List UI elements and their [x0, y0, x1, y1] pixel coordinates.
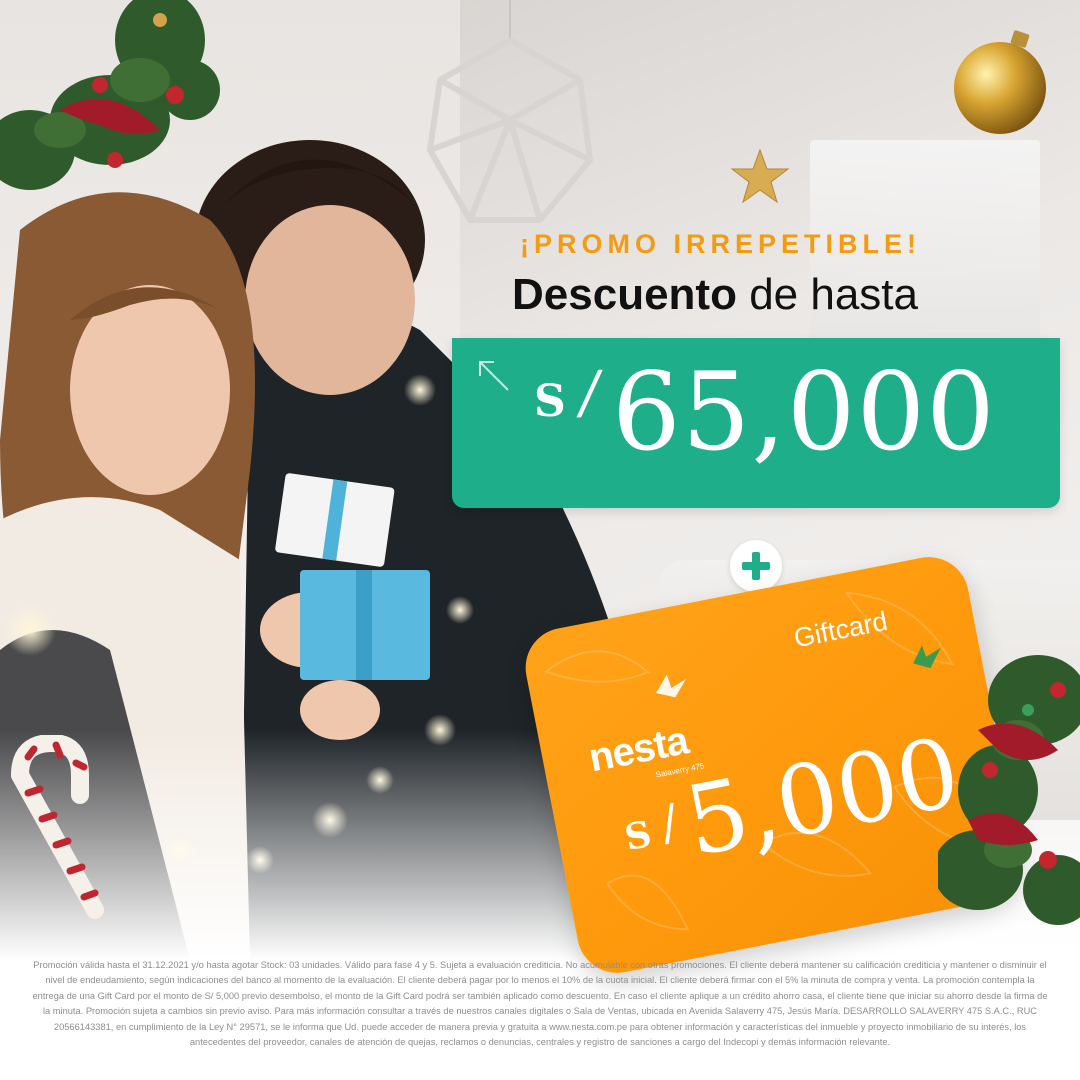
legal-disclaimer: Promoción válida hasta el 31.12.2021 y/o… — [32, 960, 1048, 1048]
arrow-up-left-icon — [479, 361, 509, 391]
gold-ornament-icon — [954, 30, 1046, 134]
gold-star-icon — [730, 148, 790, 204]
discount-slash: / — [575, 358, 605, 426]
headline-strong: Descuento — [512, 270, 737, 319]
plus-icon — [730, 540, 782, 592]
headline-light: de hasta — [749, 270, 918, 319]
plus-vertical-bar — [752, 552, 760, 580]
discount-amount: 65,000 — [612, 350, 996, 475]
wreath-bottom-right-icon — [938, 655, 1080, 925]
promo-kicker: ¡PROMO IRREPETIBLE! — [520, 229, 922, 259]
headline: Descuento de hasta — [512, 270, 1012, 320]
promo-canvas: ¡PROMO IRREPETIBLE! Descuento de hasta S… — [0, 0, 1080, 1080]
bird-logo-icon — [656, 674, 686, 698]
discount-currency: S — [534, 376, 566, 427]
discount-panel: S / 65,000 — [452, 338, 1060, 508]
candy-cane-icon — [11, 735, 104, 919]
wreath-top-left-icon — [0, 0, 220, 190]
